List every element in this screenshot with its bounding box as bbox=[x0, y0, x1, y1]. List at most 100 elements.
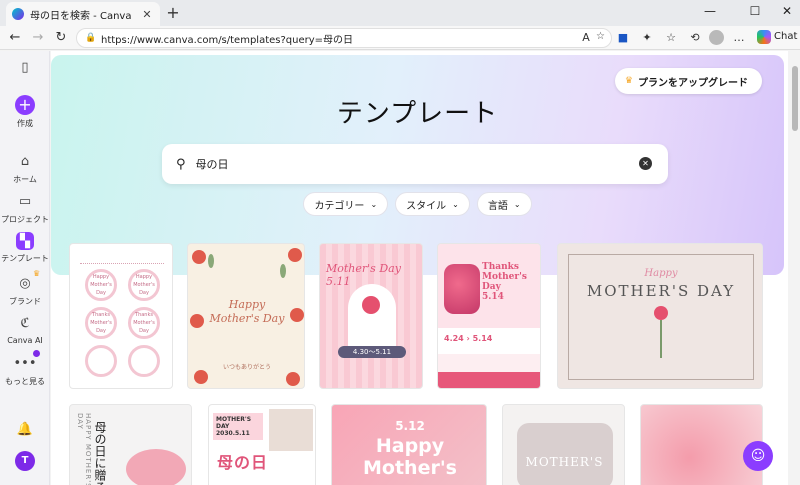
rail-item-canva-ai[interactable]: ℭ Canva AI bbox=[0, 313, 50, 346]
card-title-line: Happy bbox=[228, 298, 266, 311]
date-range: 4.24 › 5.14 bbox=[438, 328, 540, 354]
bouquet-image bbox=[444, 264, 480, 314]
refresh-icon[interactable]: ↻ bbox=[52, 29, 70, 47]
flower-decoration bbox=[286, 372, 300, 386]
rail-item-templates[interactable]: ▚ テンプレート bbox=[0, 232, 50, 264]
search-value: 母の日 bbox=[195, 158, 229, 171]
card-title-line: Mother's Day bbox=[209, 312, 285, 325]
templates-label: テンプレート bbox=[1, 254, 49, 263]
plus-icon: + bbox=[15, 95, 35, 115]
template-card[interactable]: HAPPY MOTHER'S DAY 母の日に贈る bbox=[69, 404, 192, 485]
filter-style-button[interactable]: スタイル ⌄ bbox=[395, 192, 470, 216]
template-card[interactable]: Thanks Mother's Day 5.14 4.24 › 5.14 bbox=[437, 243, 541, 389]
sticker-circle: Thanks Mother's Day bbox=[85, 307, 117, 339]
chat-label[interactable]: Chat bbox=[774, 31, 797, 42]
rail-item-projects[interactable]: ▭ プロジェクト bbox=[0, 191, 50, 225]
browser-titlebar: 母の日を検索 - Canva ✕ + — ☐ ✕ bbox=[0, 0, 800, 26]
template-card[interactable]: MOTHER'S DAY 2030.5.11 母の日 bbox=[208, 404, 316, 485]
card-label: MOTHER'S DAY 2030.5.11 bbox=[213, 413, 263, 440]
minimize-icon[interactable]: — bbox=[700, 4, 720, 18]
card-title-line: Mother's bbox=[363, 457, 457, 479]
rail-item-brand[interactable]: ◎ ブランド bbox=[0, 273, 50, 307]
template-card[interactable]: Mother's Day 5.11 4.30～5.11 bbox=[319, 243, 423, 389]
stem-image bbox=[660, 320, 662, 358]
canva-ai-icon: ℭ bbox=[20, 315, 30, 331]
user-avatar[interactable]: T bbox=[15, 451, 35, 471]
filter-category-label: カテゴリー bbox=[314, 200, 365, 212]
template-card[interactable]: Happy Mother's Day いつもありがとう bbox=[187, 243, 305, 389]
template-card[interactable]: Happy MOTHER'S DAY bbox=[557, 243, 763, 389]
copilot-icon[interactable] bbox=[757, 30, 771, 44]
template-card[interactable] bbox=[640, 404, 763, 485]
projects-label: プロジェクト bbox=[1, 215, 49, 224]
sticker-circle bbox=[128, 345, 160, 377]
extensions-puzzle-icon[interactable]: ✦ bbox=[638, 29, 656, 47]
filter-category-button[interactable]: カテゴリー ⌄ bbox=[303, 192, 389, 216]
browser-tab[interactable]: 母の日を検索 - Canva ✕ bbox=[6, 2, 160, 26]
card-title: MOTHER'S bbox=[525, 455, 604, 469]
brand-label: ブランド bbox=[9, 297, 41, 306]
filter-language-button[interactable]: 言語 ⌄ bbox=[476, 192, 532, 216]
template-card[interactable]: 5.12 Happy Mother's bbox=[331, 404, 487, 485]
panel-toggle-button[interactable]: ▯ bbox=[0, 57, 50, 80]
home-icon: ⌂ bbox=[20, 153, 30, 169]
new-tab-button[interactable]: + bbox=[164, 3, 182, 22]
upgrade-button[interactable]: ♛ プランをアップグレード bbox=[614, 68, 762, 94]
card-title-line: Happy bbox=[375, 435, 445, 457]
search-icon: ⚲ bbox=[176, 156, 186, 172]
templates-icon: ▚ bbox=[16, 232, 34, 250]
back-icon[interactable]: ← bbox=[6, 29, 24, 47]
card-title-line: Mother's Day bbox=[326, 262, 401, 275]
assistant-bot-button[interactable]: ☺ bbox=[743, 441, 773, 471]
more-label: もっと見る bbox=[5, 377, 45, 386]
clear-search-icon[interactable]: ✕ bbox=[639, 157, 652, 170]
template-card[interactable]: Happy Mother's Day Happy Mother's Day Th… bbox=[69, 243, 173, 389]
flower-decoration bbox=[194, 370, 208, 384]
history-icon[interactable]: ⟲ bbox=[686, 29, 704, 47]
favorite-star-icon[interactable]: ☆ bbox=[596, 31, 605, 42]
brand-icon: ◎ bbox=[19, 275, 31, 291]
maximize-icon[interactable]: ☐ bbox=[745, 4, 765, 18]
create-button[interactable]: + 作成 bbox=[0, 95, 50, 129]
rail-item-home[interactable]: ⌂ ホーム bbox=[0, 151, 50, 185]
card-header-lines bbox=[80, 250, 164, 264]
search-input[interactable]: ⚲ 母の日 ✕ bbox=[162, 144, 668, 184]
card-title-line: Thanks bbox=[482, 262, 519, 272]
leaf-decoration bbox=[208, 254, 214, 268]
card-title: 母の日 bbox=[217, 453, 269, 472]
card-label-line: MOTHER'S DAY bbox=[216, 416, 252, 430]
sticker-circle: Happy Mother's Day bbox=[128, 269, 160, 301]
page-title: テンプレート bbox=[336, 99, 499, 129]
sidebar-toggle-icon: ▯ bbox=[21, 59, 29, 75]
filter-bar: カテゴリー ⌄ スタイル ⌄ 言語 ⌄ bbox=[51, 192, 784, 216]
notifications-button[interactable]: 🔔 bbox=[0, 419, 50, 442]
flower-decoration bbox=[288, 248, 302, 262]
vertical-caption: HAPPY MOTHER'S DAY bbox=[76, 413, 92, 485]
date-badge: 4.30～5.11 bbox=[338, 346, 406, 358]
scrollbar-thumb[interactable] bbox=[792, 66, 798, 131]
close-tab-icon[interactable]: ✕ bbox=[140, 8, 154, 21]
filter-style-label: スタイル bbox=[406, 200, 447, 212]
bell-icon: 🔔 bbox=[16, 421, 34, 437]
rail-item-more[interactable]: ••• もっと見る bbox=[0, 353, 50, 387]
upgrade-label: プランをアップグレード bbox=[638, 77, 748, 89]
filter-language-label: 言語 bbox=[487, 200, 508, 212]
address-bar[interactable]: 🔒 https://www.canva.com/s/templates?quer… bbox=[76, 28, 612, 48]
more-menu-icon[interactable]: … bbox=[730, 29, 748, 47]
arch-shape bbox=[348, 284, 396, 354]
flower-cake-image bbox=[126, 449, 186, 485]
profile-avatar[interactable] bbox=[709, 30, 724, 45]
more-dots-icon: ••• bbox=[13, 355, 37, 371]
main-content: ♛ プランをアップグレード テンプレート ⚲ 母の日 ✕ カテゴリー ⌄ スタイ… bbox=[51, 51, 788, 485]
read-aloud-icon[interactable]: A bbox=[577, 29, 595, 47]
template-card[interactable]: MOTHER'S bbox=[502, 404, 625, 485]
rose-image bbox=[362, 296, 380, 314]
close-window-icon[interactable]: ✕ bbox=[777, 4, 797, 18]
leaf-decoration bbox=[280, 264, 286, 278]
forward-icon[interactable]: → bbox=[29, 29, 47, 47]
favorites-icon[interactable]: ☆ bbox=[662, 29, 680, 47]
extension-icon[interactable]: ■ bbox=[614, 29, 632, 47]
crown-icon: ♛ bbox=[624, 76, 633, 86]
folder-icon: ▭ bbox=[18, 193, 32, 209]
hero-banner: ♛ プランをアップグレード テンプレート ⚲ 母の日 ✕ カテゴリー ⌄ スタイ… bbox=[51, 55, 784, 275]
